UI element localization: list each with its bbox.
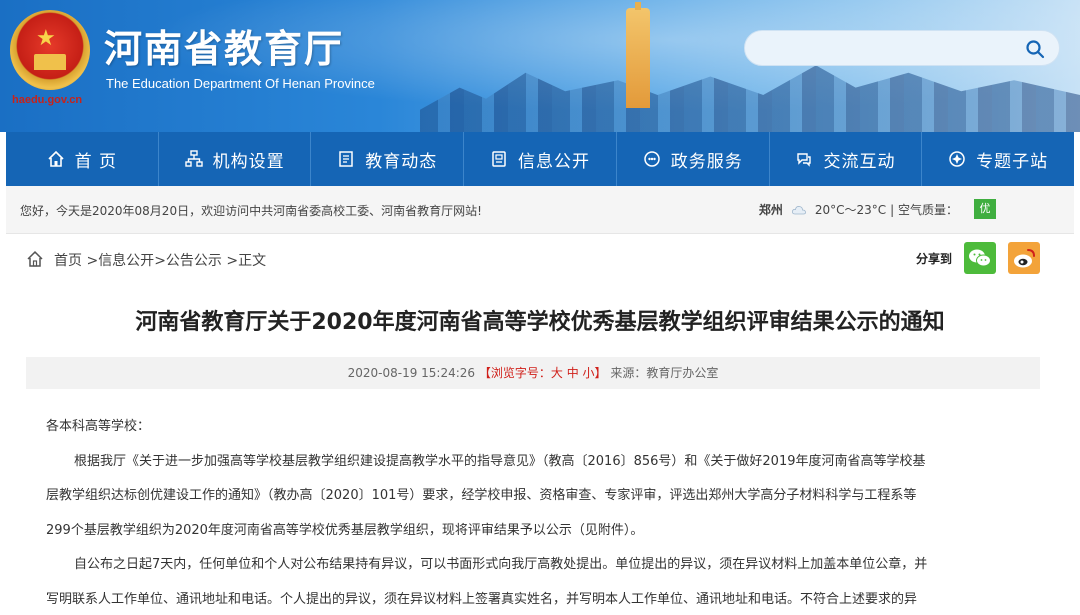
document-icon — [492, 151, 506, 167]
paragraph-line: 自公布之日起7天内，任何单位和个人对公布结果持有异议，可以书面形式向我厅高教处提… — [74, 557, 928, 572]
breadcrumb-info-disclosure-link[interactable]: 信息公开 — [98, 253, 154, 269]
salutation: 各本科高等学校： — [46, 419, 151, 434]
welcome-text: 您好，今天是2020年08月20日，欢迎访问中共河南省委高校工委、河南省教育厅网… — [20, 204, 482, 218]
weibo-icon — [1014, 249, 1035, 268]
nav-item-news[interactable]: 教育动态 — [311, 132, 465, 186]
nav-item-info-disclosure[interactable]: 信息公开 — [464, 132, 617, 186]
nav-label: 教育动态 — [365, 151, 438, 172]
breadcrumb-separator: > — [221, 253, 239, 269]
air-quality-badge: 优 — [974, 199, 996, 219]
weather-temperature: 20°C～23°C — [814, 203, 887, 217]
main-nav: 首 页 机构设置 教育动态 信息公开 政务服务 交流互动 专题子站 — [6, 132, 1074, 186]
search-input[interactable] — [759, 39, 1009, 59]
wechat-share-button[interactable] — [964, 242, 996, 274]
paragraph-line: 写明联系人工作单位、通讯地址和电话。个人提出的异议，须在异议材料上签署真实姓名，… — [46, 591, 918, 607]
topic-icon — [949, 151, 965, 167]
article-meta-bar: 2020-08-19 15:24:26 【浏览字号：大 中 小】 来源：教育厅办… — [26, 357, 1040, 389]
font-size-selector[interactable]: 【浏览字号：大 中 小】 — [479, 366, 607, 380]
site-subtitle: The Education Department Of Henan Provin… — [106, 76, 375, 91]
breadcrumb-announcement-link[interactable]: 公告公示 — [166, 253, 222, 269]
star-icon: ★ — [36, 26, 56, 51]
paragraph-line: 299个基层教学组织为2020年度河南省高等学校优秀基层教学组织，现将评审结果予… — [46, 522, 644, 538]
weibo-share-button[interactable] — [1008, 242, 1040, 274]
article-title: 河南省教育厅关于2020年度河南省高等学校优秀基层教学组织评审结果公示的通知 — [135, 310, 945, 335]
share-label: 分享到 — [916, 252, 953, 266]
interaction-icon — [797, 153, 812, 167]
org-chart-icon — [184, 150, 203, 167]
nav-label: 首 页 — [74, 151, 118, 172]
nav-item-interaction[interactable]: 交流互动 — [770, 132, 923, 186]
breadcrumb-current: 正文 — [238, 253, 267, 269]
site-header: ★ haedu.gov.cn 河南省教育厅 The Education Depa… — [0, 0, 1080, 132]
paragraph-line: 根据我厅《关于进一步加强高等学校基层教学组织建设提高教学水平的指导意见》（教高〔… — [74, 453, 926, 469]
nav-item-services[interactable]: 政务服务 — [617, 132, 770, 186]
breadcrumb-home-link[interactable]: 首页 — [54, 253, 82, 269]
breadcrumb-bar: 首页 >信息公开>公告公示 >正文 分享到 — [26, 240, 1050, 280]
gate-icon — [34, 54, 66, 70]
home-icon — [48, 150, 64, 167]
nav-label: 机构设置 — [212, 151, 285, 172]
nav-item-organization[interactable]: 机构设置 — [159, 132, 312, 186]
paragraph-line: 层教学组织达标创优建设工作的通知》（教办高〔2020〕101号）要求，经学校申报… — [46, 488, 917, 503]
weather-city: 郑州 — [758, 203, 783, 217]
breadcrumb-separator: > — [154, 253, 166, 269]
site-url: haedu.gov.cn — [12, 94, 83, 106]
nav-label: 交流互动 — [823, 151, 896, 172]
service-icon — [643, 151, 660, 167]
nav-label: 信息公开 — [518, 151, 591, 172]
tower-image — [626, 2, 650, 108]
national-emblem-logo[interactable]: ★ — [10, 10, 90, 90]
nav-label: 专题子站 — [976, 151, 1049, 172]
wechat-icon — [969, 249, 991, 267]
article-source: 来源：教育厅办公室 — [610, 366, 719, 380]
weather-widget: 郑州 20°C～23°C | 空气质量： — [759, 201, 994, 218]
breadcrumb: 首页 >信息公开>公告公示 >正文 — [54, 250, 266, 270]
article-date: 2020-08-19 15:24:26 — [347, 366, 476, 380]
article-body: 各本科高等学校： 根据我厅《关于进一步加强高等学校基层教学组织建设提高教学水平的… — [46, 410, 1034, 615]
nav-item-home[interactable]: 首 页 — [6, 132, 159, 186]
search-box[interactable] — [744, 30, 1060, 66]
air-quality-label: | 空气质量： — [890, 203, 958, 217]
news-icon — [339, 151, 354, 167]
site-title[interactable]: 河南省教育厅 — [104, 18, 344, 73]
nav-label: 政务服务 — [670, 151, 743, 172]
search-icon[interactable] — [1025, 39, 1045, 59]
breadcrumb-separator: > — [82, 253, 99, 269]
info-bar: 您好，今天是2020年08月20日，欢迎访问中共河南省委高校工委、河南省教育厅网… — [6, 186, 1074, 234]
nav-item-topics[interactable]: 专题子站 — [922, 132, 1074, 186]
home-icon[interactable] — [26, 250, 44, 268]
cloud-icon — [791, 205, 806, 214]
